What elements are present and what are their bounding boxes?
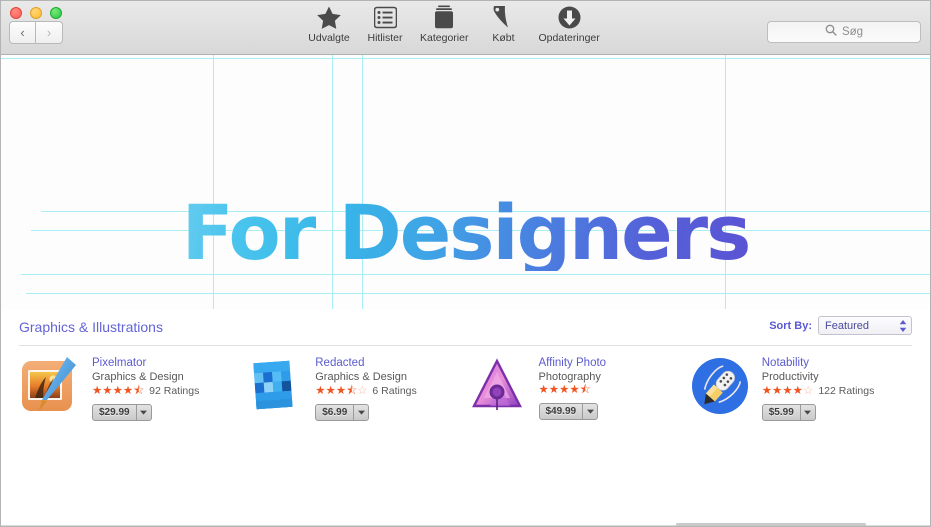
chevron-down-icon[interactable] bbox=[353, 405, 368, 420]
tab-hitlister[interactable]: Hitlister bbox=[357, 4, 413, 44]
forward-button[interactable]: › bbox=[36, 21, 63, 44]
app-list: Pixelmator Graphics & Design ★★★★ ⯪ 92 Ra… bbox=[19, 346, 912, 421]
download-icon bbox=[558, 4, 581, 30]
stepper-arrows-icon bbox=[899, 319, 907, 333]
section-title[interactable]: Graphics & Illustrations bbox=[19, 319, 163, 335]
tab-label: Hitlister bbox=[367, 32, 403, 44]
price-button[interactable]: $5.99 bbox=[761, 404, 816, 421]
list-icon bbox=[373, 4, 397, 30]
traffic-lights bbox=[10, 7, 62, 19]
sort-by-label: Sort By: bbox=[769, 319, 812, 332]
app-item[interactable]: Pixelmator Graphics & Design ★★★★ ⯪ 92 Ra… bbox=[19, 355, 242, 421]
app-rating-row: ★★★★ ☆ 122 Ratings bbox=[762, 385, 875, 397]
app-name[interactable]: Affinity Photo bbox=[539, 357, 607, 369]
chevron-left-icon: ‹ bbox=[20, 25, 25, 40]
guide-line bbox=[26, 293, 930, 294]
back-button[interactable]: ‹ bbox=[9, 21, 36, 44]
tag-icon bbox=[492, 4, 515, 30]
app-category: Photography bbox=[538, 371, 601, 383]
pixelmator-icon bbox=[19, 355, 81, 417]
app-name[interactable]: Pixelmator bbox=[92, 357, 199, 369]
app-rating-count: 122 Ratings bbox=[818, 385, 875, 397]
price-button[interactable]: $49.99 bbox=[538, 403, 599, 420]
app-rating-row: ★★★★ ⯪ bbox=[538, 384, 607, 396]
redacted-icon bbox=[242, 355, 304, 417]
price-label: $6.99 bbox=[322, 407, 348, 418]
tab-kobt[interactable]: Købt bbox=[475, 4, 531, 44]
app-item[interactable]: Notability Productivity ★★★★ ☆ 122 Rating… bbox=[689, 355, 912, 421]
chevron-down-icon[interactable] bbox=[799, 405, 815, 420]
section-header-row: Graphics & Illustrations Sort By: Featur… bbox=[19, 309, 912, 345]
categories-icon bbox=[433, 4, 455, 30]
price-label: $5.99 bbox=[768, 407, 794, 418]
app-info: Notability Productivity ★★★★ ☆ 122 Rating… bbox=[761, 355, 875, 421]
tab-label: Kategorier bbox=[420, 32, 469, 44]
chevron-down-icon[interactable] bbox=[582, 404, 597, 419]
sort-by-select[interactable]: Featured bbox=[818, 316, 912, 335]
notability-icon bbox=[689, 355, 751, 417]
tab-label: Opdateringer bbox=[538, 32, 600, 44]
chevron-right-icon: › bbox=[46, 25, 52, 40]
tab-label: Udvalgte bbox=[308, 32, 350, 44]
app-rating-row: ★★★★ ⯪ 92 Ratings bbox=[92, 385, 199, 397]
sort-by-value: Featured bbox=[825, 319, 870, 332]
sort-controls: Sort By: Featured bbox=[769, 316, 912, 335]
star-rating-icon: ★★★★ ⯪ bbox=[92, 384, 145, 397]
app-info: Redacted Graphics & Design ★★★ ⯪ ☆ 6 Ratin… bbox=[315, 355, 417, 421]
app-name[interactable]: Notability bbox=[762, 357, 875, 369]
app-category: Graphics & Design bbox=[315, 371, 407, 383]
toolbar: ‹ › Udvalgte Hitlister Kategorier Købt O… bbox=[1, 1, 930, 55]
app-rating-count: 6 Ratings bbox=[372, 385, 417, 397]
app-rating-row: ★★★ ⯪ ☆ 6 Ratings bbox=[315, 385, 417, 397]
zoom-button[interactable] bbox=[50, 7, 62, 19]
search-icon bbox=[825, 23, 837, 41]
star-rating-icon: ★★★ ⯪ ☆ bbox=[315, 384, 368, 397]
chevron-down-icon[interactable] bbox=[135, 405, 151, 420]
graphics-section: Graphics & Illustrations Sort By: Featur… bbox=[1, 309, 930, 526]
star-rating-icon: ★★★★ ⯪ bbox=[538, 384, 591, 396]
star-icon bbox=[317, 4, 341, 30]
guide-line bbox=[1, 58, 930, 59]
price-label: $49.99 bbox=[545, 406, 577, 417]
price-button[interactable]: $6.99 bbox=[315, 404, 370, 421]
affinity-photo-icon bbox=[466, 355, 528, 417]
minimize-button[interactable] bbox=[30, 7, 42, 19]
horizontal-scrollbar[interactable] bbox=[676, 523, 866, 526]
app-category: Graphics & Design bbox=[92, 371, 184, 383]
search-placeholder: Søg bbox=[841, 26, 864, 38]
tab-label: Købt bbox=[492, 32, 515, 44]
app-info: Pixelmator Graphics & Design ★★★★ ⯪ 92 Ra… bbox=[92, 355, 199, 421]
price-label: $29.99 bbox=[99, 407, 130, 418]
app-item[interactable]: Redacted Graphics & Design ★★★ ⯪ ☆ 6 Ratin… bbox=[242, 355, 465, 421]
tab-kategorier[interactable]: Kategorier bbox=[413, 4, 475, 44]
star-rating-icon: ★★★★ ☆ bbox=[761, 384, 814, 397]
app-store-window: ‹ › Udvalgte Hitlister Kategorier Købt O… bbox=[0, 0, 931, 527]
hero-banner: For Designers bbox=[1, 55, 930, 309]
toolbar-tabs: Udvalgte Hitlister Kategorier Købt Opdat… bbox=[301, 4, 607, 44]
price-button[interactable]: $29.99 bbox=[92, 404, 152, 421]
app-info: Affinity Photo Photography ★★★★ ⯪ $49.99 bbox=[538, 355, 607, 421]
tab-opdateringer[interactable]: Opdateringer bbox=[531, 4, 606, 44]
close-button[interactable] bbox=[10, 7, 22, 19]
app-category: Productivity bbox=[761, 371, 819, 383]
navigation-buttons: ‹ › bbox=[9, 21, 63, 44]
hero-title: For Designers bbox=[1, 195, 930, 271]
app-rating-count: 92 Ratings bbox=[149, 385, 200, 397]
search-input[interactable]: Søg bbox=[767, 21, 921, 43]
app-name[interactable]: Redacted bbox=[315, 357, 417, 369]
app-item[interactable]: Affinity Photo Photography ★★★★ ⯪ $49.99 bbox=[466, 355, 689, 421]
tab-udvalgte[interactable]: Udvalgte bbox=[301, 4, 357, 44]
